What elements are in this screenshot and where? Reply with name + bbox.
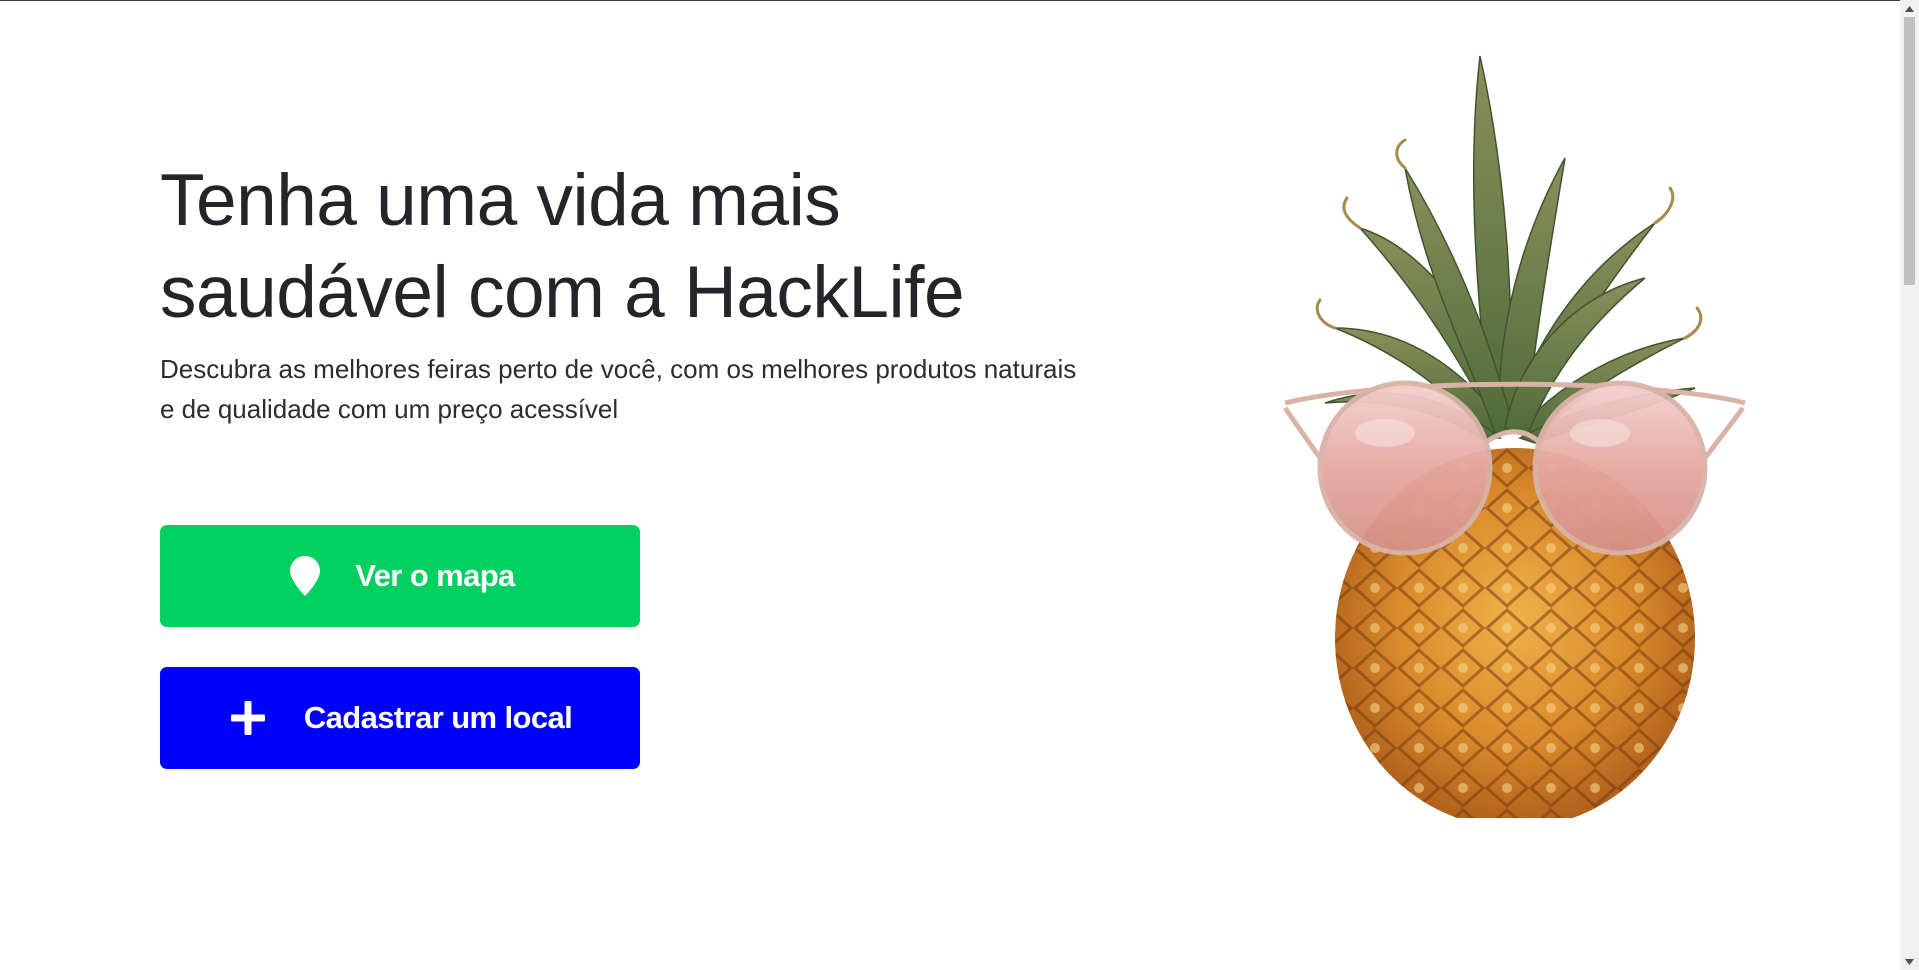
hero-title: Tenha uma vida mais saudável com a HackL… (160, 160, 965, 333)
view-map-label: Ver o mapa (355, 558, 515, 593)
vertical-scrollbar[interactable] (1900, 0, 1919, 970)
scroll-up-arrow-icon[interactable] (1900, 0, 1919, 17)
pineapple-illustration (1265, 48, 1765, 828)
scroll-down-arrow-icon[interactable] (1900, 953, 1919, 970)
view-map-button[interactable]: Ver o mapa (160, 525, 640, 627)
map-pin-icon (285, 552, 325, 600)
register-location-label: Cadastrar um local (303, 700, 573, 735)
register-location-button[interactable]: Cadastrar um local (160, 667, 640, 769)
hero-section: Tenha uma vida mais saudável com a HackL… (160, 155, 1110, 429)
window-top-border (0, 0, 1900, 1)
scrollbar-thumb[interactable] (1904, 17, 1915, 285)
landing-page: Tenha uma vida mais saudável com a HackL… (0, 0, 1919, 970)
hero-subtitle: Descubra as melhores feiras perto de voc… (160, 354, 1077, 424)
plus-icon (228, 694, 268, 742)
